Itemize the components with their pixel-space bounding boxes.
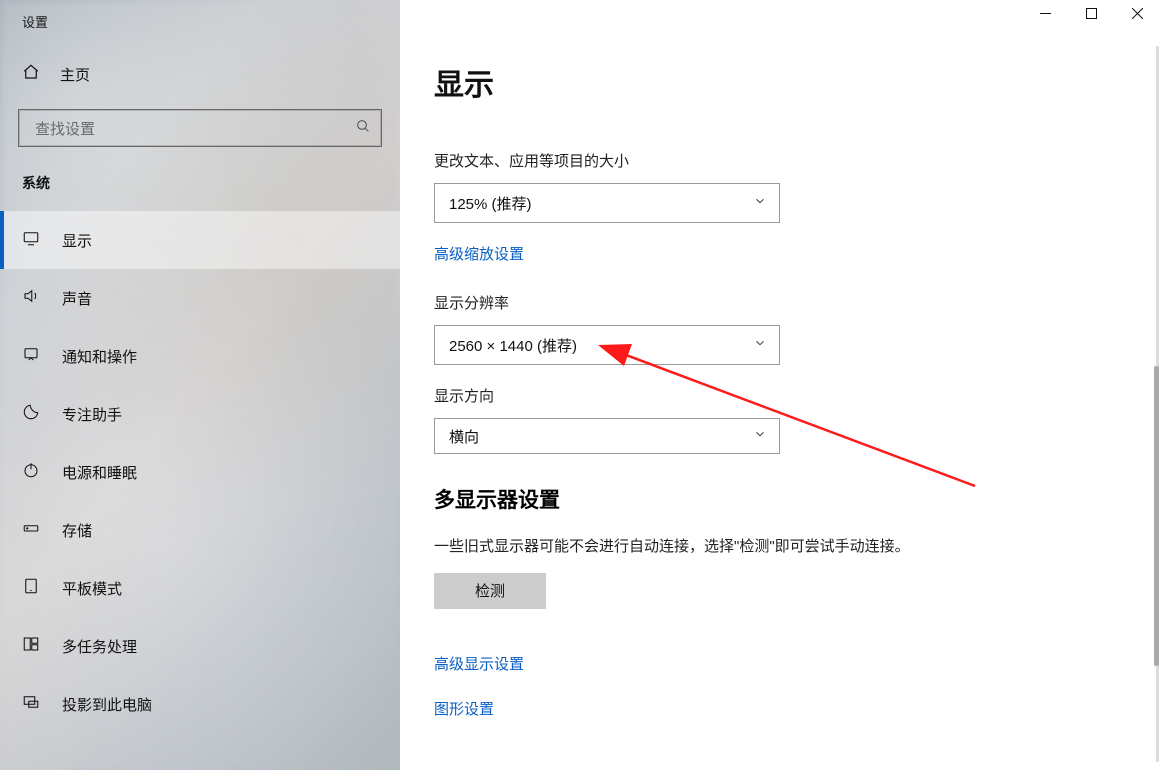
search-placeholder: 查找设置 <box>35 118 355 139</box>
orientation-value: 横向 <box>449 426 479 447</box>
sidebar-category: 系统 <box>0 167 400 211</box>
sidebar-item-label: 电源和睡眠 <box>62 462 137 483</box>
close-button[interactable] <box>1114 0 1160 30</box>
sidebar-item-power[interactable]: 电源和睡眠 <box>0 443 400 501</box>
sidebar-home[interactable]: 主页 <box>0 51 400 97</box>
orientation-dropdown[interactable]: 横向 <box>434 418 780 454</box>
scrollbar-track[interactable] <box>1156 46 1159 762</box>
maximize-icon <box>1086 6 1097 24</box>
sidebar-item-label: 通知和操作 <box>62 346 137 367</box>
sidebar-item-multitask[interactable]: 多任务处理 <box>0 617 400 675</box>
sidebar-item-project[interactable]: 投影到此电脑 <box>0 675 400 733</box>
minimize-icon <box>1040 6 1051 24</box>
detect-button[interactable]: 检测 <box>434 573 546 609</box>
search-icon <box>355 118 371 138</box>
sidebar-item-focus[interactable]: 专注助手 <box>0 385 400 443</box>
sidebar-item-tablet[interactable]: 平板模式 <box>0 559 400 617</box>
sidebar-item-label: 平板模式 <box>62 578 122 599</box>
sidebar-item-label: 专注助手 <box>62 404 122 425</box>
scale-label: 更改文本、应用等项目的大小 <box>434 150 1160 171</box>
titlebar <box>1022 0 1160 40</box>
sidebar-item-label: 存储 <box>62 520 92 541</box>
sidebar-item-label: 投影到此电脑 <box>62 694 152 715</box>
page-title: 显示 <box>434 60 1160 104</box>
graphics-settings-link[interactable]: 图形设置 <box>434 698 1160 719</box>
orientation-label: 显示方向 <box>434 385 1160 406</box>
sidebar-item-notifications[interactable]: 通知和操作 <box>0 327 400 385</box>
multi-display-desc: 一些旧式显示器可能不会进行自动连接，选择"检测"即可尝试手动连接。 <box>434 536 1054 559</box>
chevron-down-icon <box>753 336 767 354</box>
scrollbar-thumb[interactable] <box>1154 366 1159 666</box>
scale-dropdown[interactable]: 125% (推荐) <box>434 183 780 223</box>
display-icon <box>22 229 40 251</box>
close-icon <box>1132 6 1143 24</box>
sidebar-item-label: 声音 <box>62 288 92 309</box>
sound-icon <box>22 287 40 309</box>
resolution-dropdown[interactable]: 2560 × 1440 (推荐) <box>434 325 780 365</box>
sidebar-item-storage[interactable]: 存储 <box>0 501 400 559</box>
main-content: 显示 更改文本、应用等项目的大小 125% (推荐) 高级缩放设置 显示分辨率 … <box>400 0 1160 770</box>
notify-icon <box>22 345 40 367</box>
storage-icon <box>22 519 40 541</box>
sidebar: 设置 主页 查找设置 系统 显示 <box>0 0 400 770</box>
tablet-icon <box>22 577 40 599</box>
chevron-down-icon <box>753 427 767 445</box>
home-icon <box>22 63 40 85</box>
multi-display-heading: 多显示器设置 <box>434 484 1160 514</box>
minimize-button[interactable] <box>1022 0 1068 30</box>
advanced-display-link[interactable]: 高级显示设置 <box>434 653 1160 674</box>
window-title: 设置 <box>0 0 400 51</box>
sidebar-nav: 显示 声音 通知和操作 专注助手 <box>0 211 400 733</box>
resolution-value: 2560 × 1440 (推荐) <box>449 335 577 356</box>
sidebar-item-label: 显示 <box>62 230 92 251</box>
multitask-icon <box>22 635 40 657</box>
scale-value: 125% (推荐) <box>449 193 532 214</box>
sidebar-item-sound[interactable]: 声音 <box>0 269 400 327</box>
power-icon <box>22 461 40 483</box>
focus-icon <box>22 403 40 425</box>
sidebar-item-display[interactable]: 显示 <box>0 211 400 269</box>
maximize-button[interactable] <box>1068 0 1114 30</box>
sidebar-item-label: 多任务处理 <box>62 636 137 657</box>
chevron-down-icon <box>753 194 767 212</box>
advanced-scaling-link[interactable]: 高级缩放设置 <box>434 243 524 264</box>
resolution-label: 显示分辨率 <box>434 292 1160 313</box>
sidebar-home-label: 主页 <box>60 64 90 85</box>
project-icon <box>22 693 40 715</box>
search-input[interactable]: 查找设置 <box>18 109 382 147</box>
